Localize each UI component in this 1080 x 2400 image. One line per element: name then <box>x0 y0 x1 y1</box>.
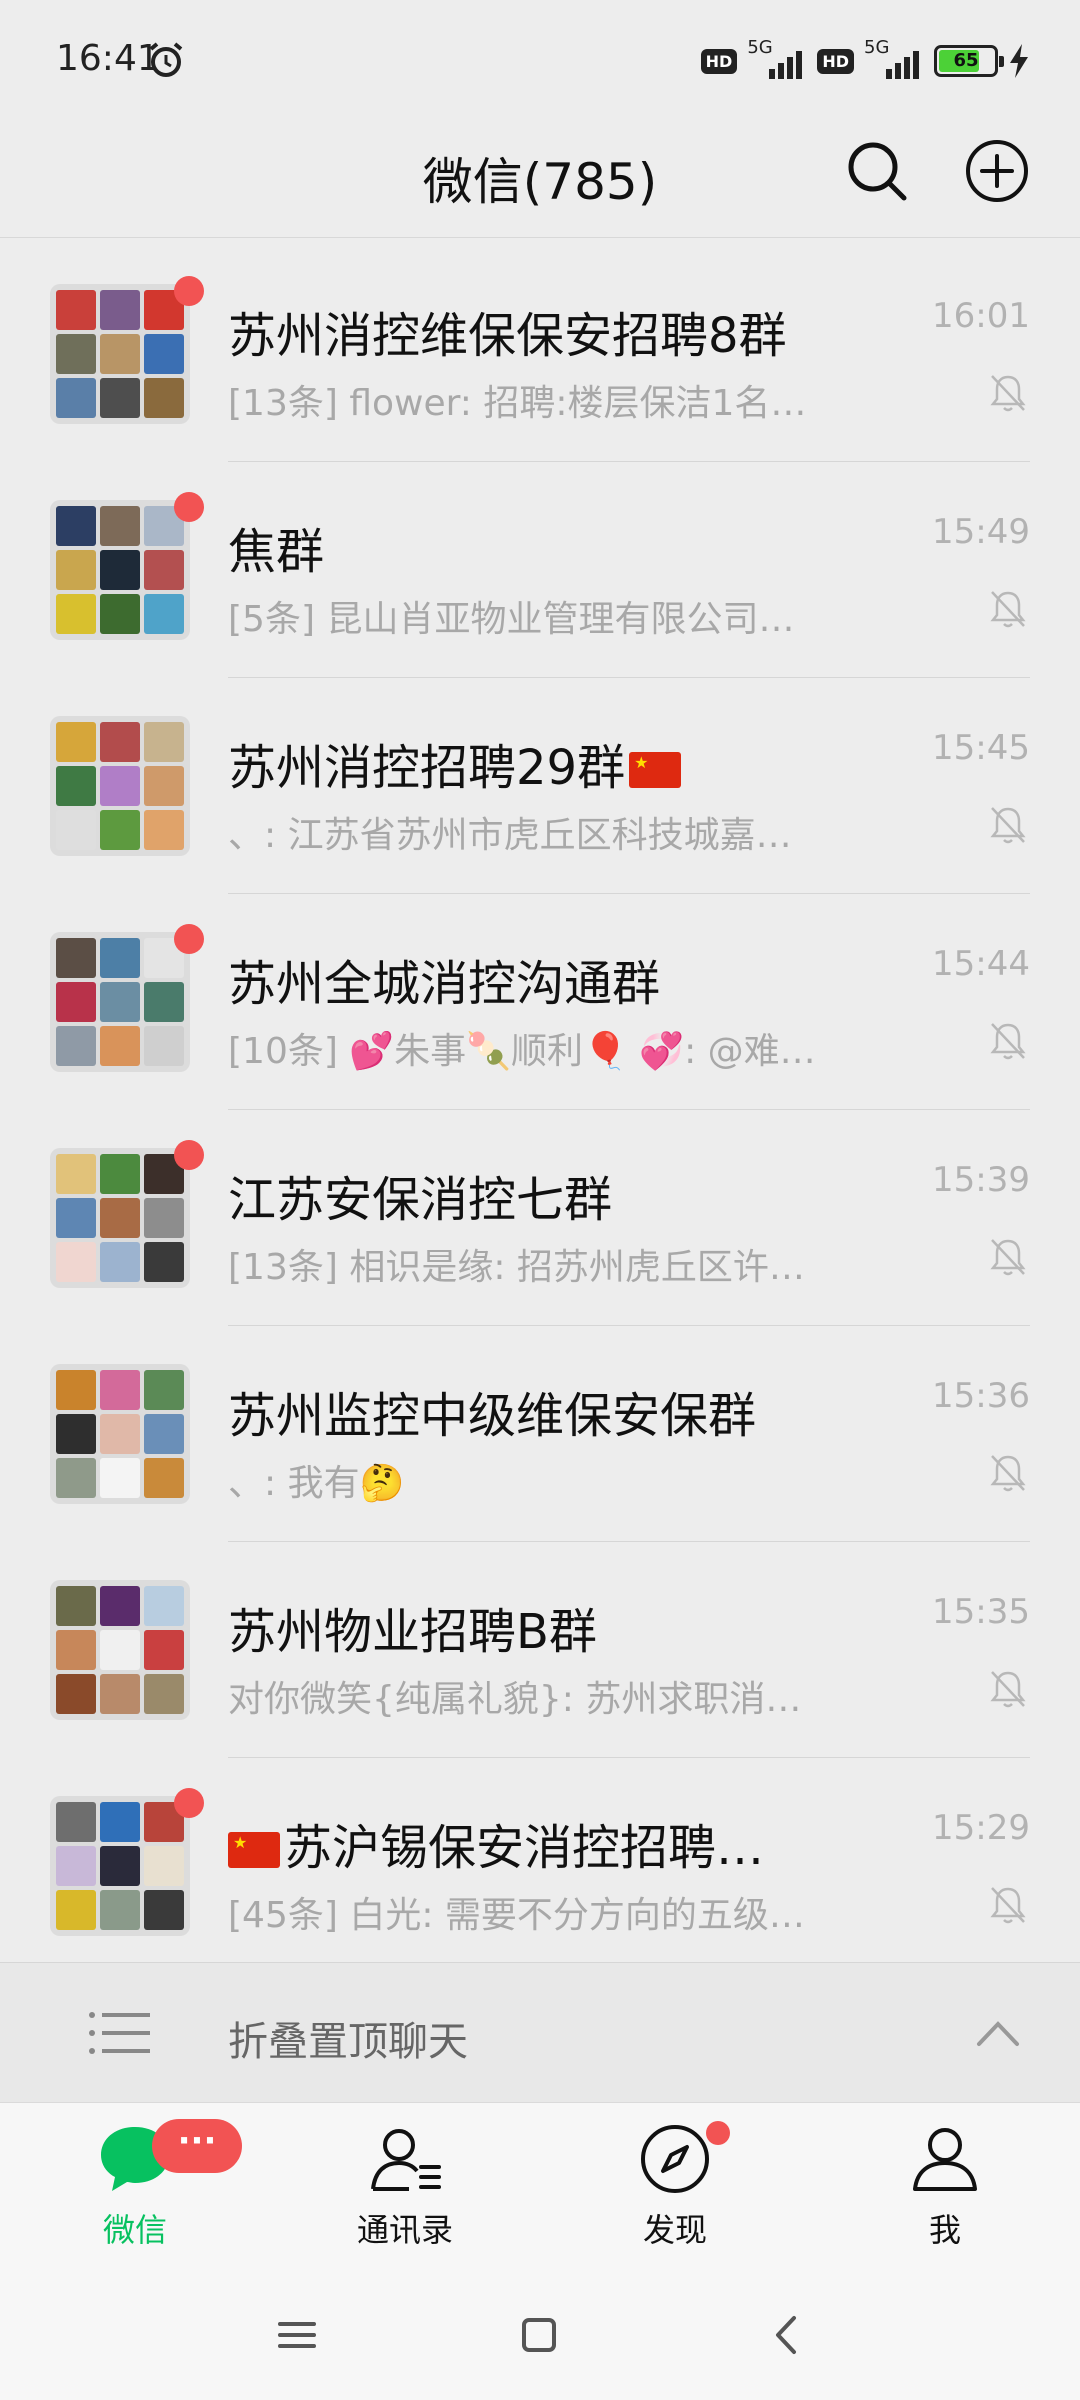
status-indicators: HD 5G HD 5G 65 <box>700 36 1030 86</box>
system-nav-bar <box>0 2270 1080 2400</box>
add-icon[interactable] <box>962 136 1032 206</box>
page-title: 微信(785) <box>422 153 658 211</box>
chat-time: 15:49 <box>932 512 1030 552</box>
chat-row[interactable]: 苏州物业招聘B群 15:35 对你微笑{纯属礼貌}: 苏州求职消… <box>0 1542 1080 1758</box>
tab-me[interactable]: 我 <box>810 2103 1080 2271</box>
group-avatar <box>50 1796 190 1936</box>
chat-preview: [10条] 💕朱事🍡顺利🎈 💞: @难… <box>228 1031 816 1072</box>
group-avatar <box>50 284 190 424</box>
unread-dot <box>174 276 204 306</box>
chat-time: 15:35 <box>932 1592 1030 1632</box>
chat-name: 苏州全城消控沟通群 <box>228 956 661 1012</box>
menu-icon[interactable] <box>272 2310 322 2360</box>
chat-row[interactable]: 焦群 15:49 [5条] 昆山肖亚物业管理有限公司… <box>0 462 1080 678</box>
bottom-tab-bar: ··· 微信 通讯录 发现 我 <box>0 2102 1080 2272</box>
person-icon <box>913 2128 977 2191</box>
chat-row[interactable]: 苏州监控中级维保安保群 15:36 、: 我有🤔 <box>0 1326 1080 1542</box>
mute-bell-icon <box>990 1239 1026 1276</box>
signal-icon: 5G <box>864 37 924 81</box>
search-icon[interactable] <box>842 136 912 206</box>
status-time: 16:41 <box>56 38 160 79</box>
alarm-icon <box>149 42 183 77</box>
unread-badge: ··· <box>152 2119 242 2173</box>
chat-row[interactable]: 苏州消控维保保安招聘8群 16:01 [13条] flower: 招聘:楼层保洁… <box>0 246 1080 462</box>
mute-bell-icon <box>990 1671 1026 1708</box>
unread-dot <box>174 924 204 954</box>
contacts-icon <box>371 2129 441 2191</box>
chat-name: 焦群 <box>228 524 325 580</box>
chat-list: 苏州消控维保保安招聘8群 16:01 [13条] flower: 招聘:楼层保洁… <box>0 246 1080 1974</box>
tab-wechat[interactable]: ··· 微信 <box>0 2103 270 2271</box>
china-flag-icon <box>228 1832 280 1868</box>
fold-pinned-chats[interactable]: 折叠置顶聊天 <box>0 1962 1080 2102</box>
status-bar: 16:41 HD 5G HD 5G 65 <box>0 0 1080 120</box>
chat-preview: 、: 我有🤔 <box>228 1463 405 1504</box>
tab-label: 通讯录 <box>356 2211 453 2249</box>
chat-name: 苏州物业招聘B群 <box>228 1604 597 1660</box>
chat-name: 苏州消控维保保安招聘8群 <box>228 308 787 364</box>
list-icon <box>89 2012 150 2054</box>
chat-row[interactable]: 江苏安保消控七群 15:39 [13条] 相识是缘: 招苏州虎丘区许… <box>0 1110 1080 1326</box>
tab-label: 我 <box>928 2211 961 2249</box>
tab-label: 微信 <box>102 2211 167 2249</box>
tab-contacts[interactable]: 通讯录 <box>270 2103 540 2271</box>
chat-name-text: 苏州消控招聘29群 <box>228 740 626 796</box>
network-type: 5G <box>747 37 773 58</box>
chat-time: 15:44 <box>932 944 1030 984</box>
mute-bell-icon <box>990 1455 1026 1492</box>
tab-label: 发现 <box>642 2211 707 2249</box>
chat-time: 15:29 <box>932 1808 1030 1848</box>
tab-discover[interactable]: 发现 <box>540 2103 810 2271</box>
group-avatar <box>50 1148 190 1288</box>
chat-preview: [13条] 相识是缘: 招苏州虎丘区许… <box>228 1247 805 1288</box>
home-icon[interactable] <box>514 2310 564 2360</box>
chat-time: 15:45 <box>932 728 1030 768</box>
mute-bell-icon <box>990 375 1026 412</box>
chat-preview: [45条] 白光: 需要不分方向的五级… <box>228 1895 805 1936</box>
chevron-up-icon <box>977 2021 1019 2046</box>
mute-bell-icon <box>990 1887 1026 1924</box>
chat-name: 苏沪锡保安消控招聘… <box>228 1808 764 1878</box>
china-flag-icon <box>629 752 682 788</box>
compass-icon <box>641 2125 709 2193</box>
chat-name-text: 苏沪锡保安消控招聘… <box>284 1820 765 1876</box>
group-avatar <box>50 1364 190 1504</box>
signal-icon: 5G <box>747 37 807 81</box>
chat-preview: [13条] flower: 招聘:楼层保洁1名… <box>228 383 807 424</box>
network-type: 5G <box>864 37 890 58</box>
hd-icon: HD <box>817 48 854 74</box>
unread-dot <box>174 1140 204 1170</box>
new-dot <box>706 2121 730 2145</box>
chat-time: 16:01 <box>932 296 1030 336</box>
chat-preview: [5条] 昆山肖亚物业管理有限公司… <box>228 599 795 640</box>
chat-name: 苏州消控招聘29群 <box>228 728 685 798</box>
group-avatar <box>50 932 190 1072</box>
group-avatar <box>50 500 190 640</box>
mute-bell-icon <box>990 807 1026 844</box>
top-nav: 微信(785) <box>0 120 1080 238</box>
chat-preview: 、: 江苏省苏州市虎丘区科技城嘉… <box>228 815 792 856</box>
chat-time: 15:39 <box>932 1160 1030 1200</box>
group-avatar <box>50 716 190 856</box>
group-avatar <box>50 1580 190 1720</box>
unread-dot <box>174 1788 204 1818</box>
battery-icon: 65 <box>934 45 1004 77</box>
chat-name: 苏州监控中级维保安保群 <box>228 1388 757 1444</box>
battery-level: 65 <box>953 50 979 71</box>
back-icon[interactable] <box>762 2310 812 2360</box>
chat-time: 15:36 <box>932 1376 1030 1416</box>
unread-dot <box>174 492 204 522</box>
chat-row[interactable]: 苏州消控招聘29群 15:45 、: 江苏省苏州市虎丘区科技城嘉… <box>0 678 1080 894</box>
charging-icon <box>1010 44 1028 78</box>
hd-icon: HD <box>700 48 738 74</box>
mute-bell-icon <box>990 1023 1026 1060</box>
chat-row[interactable]: 苏州全城消控沟通群 15:44 [10条] 💕朱事🍡顺利🎈 💞: @难… <box>0 894 1080 1110</box>
chat-name: 江苏安保消控七群 <box>228 1172 613 1228</box>
chat-row[interactable]: 苏沪锡保安消控招聘… 15:29 [45条] 白光: 需要不分方向的五级… <box>0 1758 1080 1974</box>
chat-preview: 对你微笑{纯属礼貌}: 苏州求职消… <box>228 1679 802 1720</box>
mute-bell-icon <box>990 591 1026 628</box>
fold-label: 折叠置顶聊天 <box>228 2019 468 2065</box>
